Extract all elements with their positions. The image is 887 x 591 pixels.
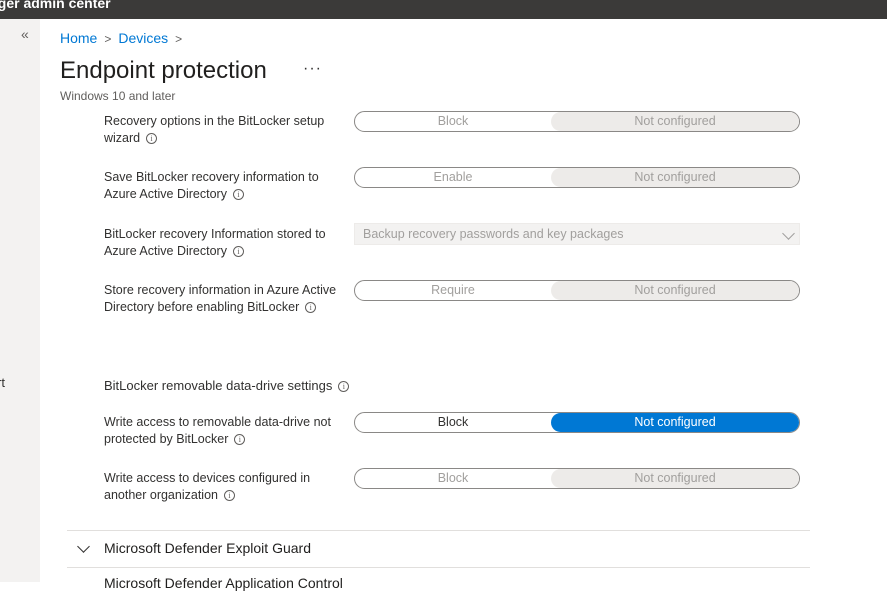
setting-label-recovery-options: Recovery options in the BitLocker setup …: [104, 114, 325, 145]
breadcrumb: Home > Devices >: [60, 30, 189, 46]
top-bar: ager admin center: [0, 0, 887, 19]
more-options-icon[interactable]: ···: [303, 60, 322, 78]
chevron-down-icon: [782, 227, 795, 240]
toggle-save-recovery: Enable Not configured: [354, 167, 800, 188]
breadcrumb-separator-icon: >: [175, 32, 183, 46]
removable-drive-settings-heading: BitLocker removable data-drive settings i: [104, 377, 504, 394]
info-icon[interactable]: i: [234, 434, 246, 445]
info-icon[interactable]: i: [146, 133, 158, 144]
toggle-option-block[interactable]: Block: [355, 413, 551, 432]
section-divider: [67, 530, 810, 531]
toggle-option-not-configured: Not configured: [551, 281, 799, 300]
toggle-option-not-configured[interactable]: Not configured: [551, 413, 799, 432]
setting-label-recovery-stored: BitLocker recovery Information stored to…: [104, 227, 326, 258]
info-icon[interactable]: i: [232, 189, 244, 200]
page-subtitle: Windows 10 and later: [60, 89, 176, 103]
chevron-down-icon[interactable]: [77, 540, 90, 553]
setting-label-store-before-enabling: Store recovery information in Azure Acti…: [104, 283, 337, 314]
page-title: Endpoint protection: [60, 57, 267, 84]
breadcrumb-devices[interactable]: Devices: [118, 30, 168, 46]
toggle-option-not-configured: Not configured: [551, 112, 799, 131]
breadcrumb-separator-icon: >: [104, 32, 112, 46]
setting-label-save-recovery: Save BitLocker recovery information to A…: [104, 170, 319, 201]
toggle-option-block: Block: [437, 114, 469, 128]
toggle-write-access-devices: Block Not configured: [354, 468, 800, 489]
toggle-option-block: Block: [437, 471, 469, 485]
recovery-stored-dropdown: Backup recovery passwords and key packag…: [354, 223, 800, 245]
toggle-store-before-enabling: Require Not configured: [354, 280, 800, 301]
section-exploit-guard[interactable]: Microsoft Defender Exploit Guard: [104, 540, 311, 556]
section-application-control[interactable]: Microsoft Defender Application Control: [104, 575, 343, 591]
info-icon[interactable]: i: [232, 246, 244, 257]
nav-item-fragment[interactable]: rt: [0, 375, 5, 390]
setting-label-write-access-devices: Write access to devices configured in an…: [104, 471, 311, 502]
info-icon[interactable]: i: [305, 302, 317, 313]
toggle-write-access-removable: Block Not configured: [354, 412, 800, 433]
section-divider: [67, 567, 810, 568]
toggle-option-enable: Enable: [433, 170, 473, 184]
info-icon[interactable]: i: [338, 381, 350, 392]
toggle-recovery-options: Block Not configured: [354, 111, 800, 132]
collapse-nav-icon[interactable]: «: [21, 26, 29, 42]
dropdown-value: Backup recovery passwords and key packag…: [363, 227, 624, 241]
app-title: ager admin center: [0, 0, 111, 11]
setting-label-write-access-removable: Write access to removable data-drive not…: [104, 415, 331, 446]
left-nav: « rt: [0, 19, 40, 582]
toggle-option-not-configured: Not configured: [551, 168, 799, 187]
toggle-option-not-configured: Not configured: [551, 469, 799, 488]
toggle-option-require: Require: [431, 283, 475, 297]
breadcrumb-home[interactable]: Home: [60, 30, 97, 46]
info-icon[interactable]: i: [223, 490, 235, 501]
